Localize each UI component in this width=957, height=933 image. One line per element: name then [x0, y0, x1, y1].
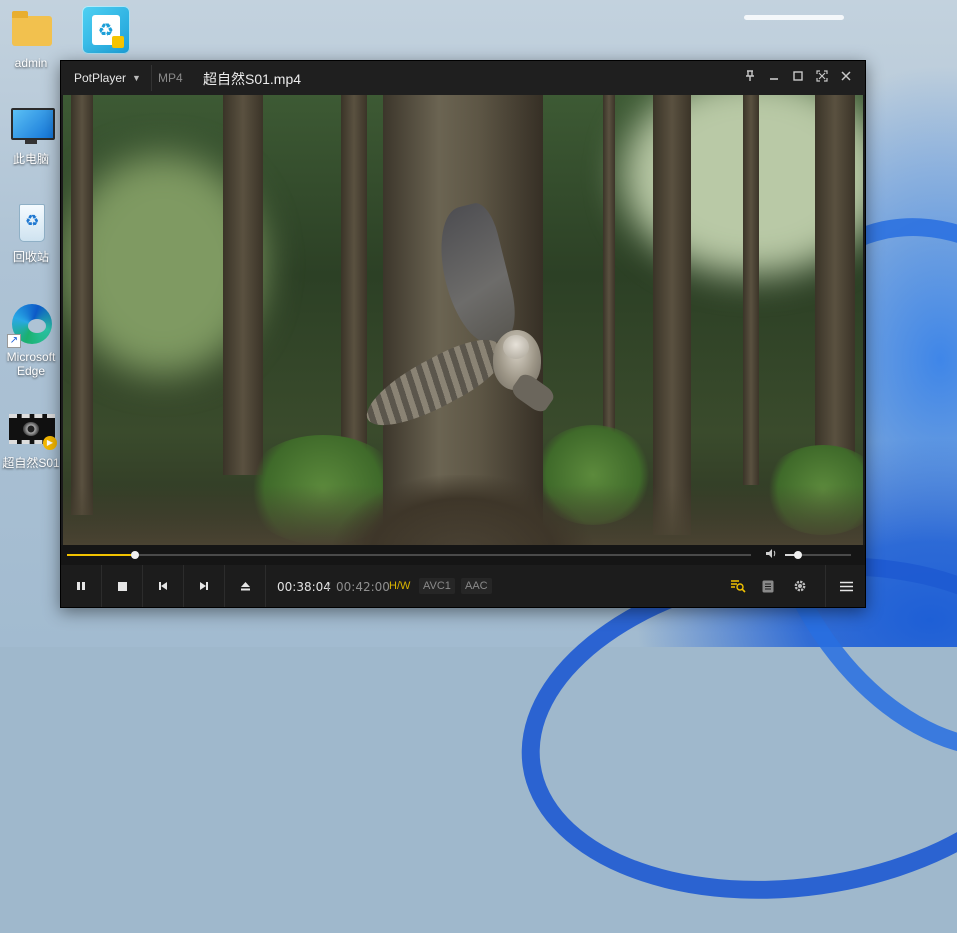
tree-trunk	[743, 95, 759, 485]
tree-trunk	[603, 95, 615, 475]
play-badge-icon: ▶	[43, 436, 57, 450]
hamburger-menu-icon	[839, 581, 853, 591]
maximize-icon[interactable]	[789, 69, 807, 87]
playlist-button[interactable]	[753, 565, 783, 607]
folder-icon	[12, 11, 52, 46]
video-codec-badge[interactable]: AVC1	[419, 578, 455, 594]
tree-trunk	[223, 95, 263, 475]
seek-area	[61, 545, 865, 565]
stop-icon	[117, 581, 127, 591]
pin-icon[interactable]	[741, 69, 759, 87]
tree-trunk	[815, 95, 855, 505]
desktop-icon-label: 此电脑	[12, 152, 49, 166]
stop-button[interactable]	[102, 565, 143, 607]
open-file-button[interactable]	[225, 565, 266, 607]
file-title: 超自然S01.mp4	[203, 71, 302, 87]
desktop-icon-video-file[interactable]: ▶ 超自然S01	[0, 408, 62, 470]
skip-next-icon	[200, 582, 208, 590]
desktop-icon-edge[interactable]: ↗ Microsoft Edge	[0, 302, 62, 378]
desktop-icon-admin[interactable]: admin	[0, 8, 62, 70]
format-label: MP4	[158, 71, 183, 85]
list-icon	[762, 580, 774, 592]
tree-trunk	[341, 95, 367, 455]
eject-icon	[240, 582, 250, 591]
monitor-icon	[11, 108, 55, 140]
shortcut-arrow-icon: ↗	[7, 334, 21, 348]
seek-bar[interactable]	[67, 551, 751, 559]
volume-icon[interactable]	[765, 548, 777, 562]
playlist-search-icon	[731, 580, 746, 593]
settings-button[interactable]	[785, 565, 815, 607]
player-menu-button[interactable]: PotPlayer ▼	[63, 65, 152, 91]
volume-slider[interactable]	[785, 551, 851, 559]
control-bar: 00:38:04 / 00:42:00 H/W AVC1 AAC	[61, 565, 865, 607]
desktop-top-indicator	[744, 15, 844, 20]
desktop-icon-label: 回收站	[12, 250, 49, 264]
main-menu-button[interactable]	[825, 565, 866, 607]
tree-trunk	[653, 95, 691, 535]
desktop-icon-recycle-bin[interactable]: ♻ 回收站	[0, 202, 62, 264]
monitor-stand	[25, 140, 37, 144]
previous-button[interactable]	[143, 565, 184, 607]
total-time: 00:42:00	[336, 580, 390, 594]
chevron-down-icon: ▼	[132, 73, 141, 83]
tree-trunk	[71, 95, 93, 515]
potplayer-window: PotPlayer ▼ MP4 超自然S01.mp4 00:38:04 / 00…	[60, 60, 866, 608]
video-frame[interactable]	[63, 95, 863, 545]
desktop-icon-label: 超自然S01	[2, 456, 60, 470]
tree-roots	[333, 475, 593, 545]
minimize-icon[interactable]	[765, 69, 783, 87]
recycle-bin-icon: ♻	[19, 204, 45, 242]
seek-bar-fill	[67, 554, 136, 556]
close-icon[interactable]	[837, 69, 855, 87]
gear-icon	[794, 580, 806, 592]
desktop-icon-label: Microsoft Edge	[6, 350, 56, 378]
pause-icon	[77, 582, 85, 590]
desktop-icon-this-pc[interactable]: 此电脑	[0, 104, 62, 166]
hardware-decoding-badge[interactable]: H/W	[385, 578, 414, 594]
next-button[interactable]	[184, 565, 225, 607]
title-bar[interactable]: PotPlayer ▼ MP4 超自然S01.mp4	[61, 61, 865, 95]
app-shortcut-tile[interactable]: ♻	[82, 6, 130, 54]
hawk-head	[503, 335, 529, 359]
playlist-search-button[interactable]	[723, 565, 753, 607]
pause-button[interactable]	[61, 565, 102, 607]
fullscreen-icon[interactable]	[813, 69, 831, 87]
brand-label: PotPlayer	[74, 71, 127, 85]
skip-previous-icon	[159, 582, 167, 590]
shield-badge-icon	[112, 36, 124, 48]
time-separator: /	[327, 580, 331, 594]
audio-codec-badge[interactable]: AAC	[461, 578, 492, 594]
seek-handle[interactable]	[131, 551, 140, 559]
current-time: 00:38:04	[277, 580, 331, 594]
volume-handle[interactable]	[794, 551, 803, 559]
desktop-icon-label: admin	[14, 56, 48, 70]
